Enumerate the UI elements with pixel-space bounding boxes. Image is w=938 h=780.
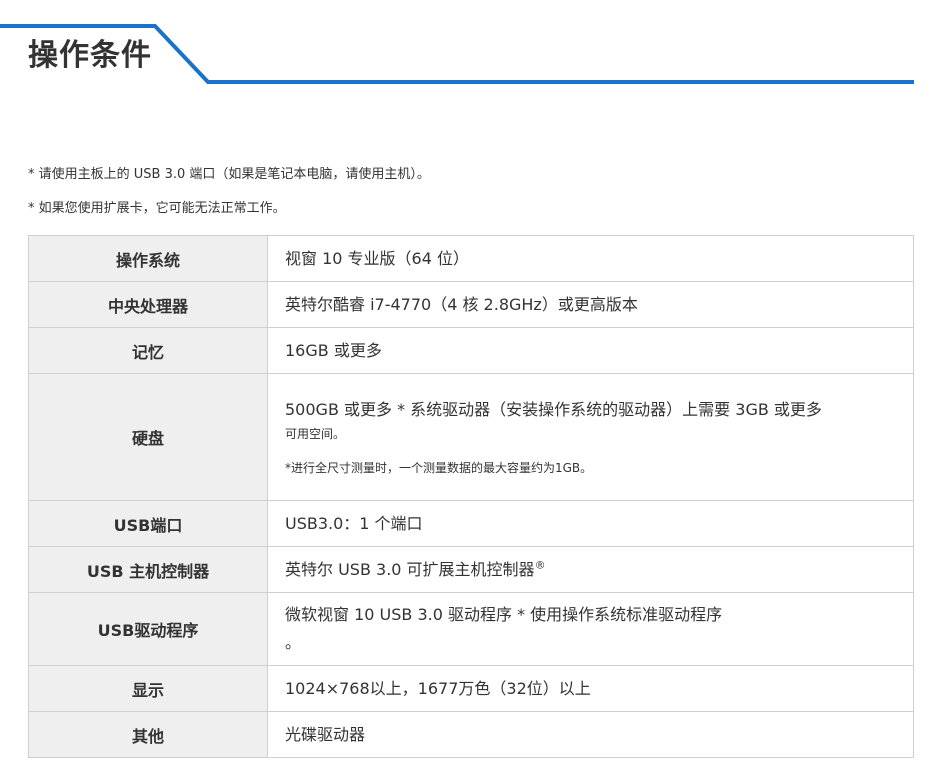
row-value-usb-port: USB3.0：1 个端口 — [267, 500, 914, 547]
disk-note: *进行全尺寸测量时，一个测量数据的最大容量约为1GB。 — [285, 461, 593, 475]
row-label-display: 显示 — [28, 665, 268, 712]
row-value-os: 视窗 10 专业版（64 位） — [267, 235, 914, 282]
table-row: 其他 光碟驱动器 — [28, 711, 914, 758]
usb-driver-line1: 微软视窗 10 USB 3.0 驱动程序 * 使用操作系统标准驱动程序 — [285, 605, 723, 624]
section-header: 操作条件 — [0, 0, 938, 100]
row-label-usb-controller: USB 主机控制器 — [28, 546, 268, 593]
table-row: 硬盘 500GB 或更多 * 系统驱动器（安装操作系统的驱动器）上需要 3GB … — [28, 373, 914, 501]
row-label-memory: 记忆 — [28, 327, 268, 374]
note-usb-port: * 请使用主板上的 USB 3.0 端口（如果是笔记本电脑，请使用主机）。 — [28, 167, 430, 182]
usb-driver-line2: 。 — [285, 633, 302, 652]
table-row: USB端口 USB3.0：1 个端口 — [28, 500, 914, 547]
row-label-os: 操作系统 — [28, 235, 268, 282]
table-row: 中央处理器 英特尔酷睿 i7-4770（4 核 2.8GHz）或更高版本 — [28, 281, 914, 328]
table-row: 显示 1024×768以上，1677万色（32位）以上 — [28, 665, 914, 712]
row-value-disk: 500GB 或更多 * 系统驱动器（安装操作系统的驱动器）上需要 3GB 或更多… — [267, 373, 914, 501]
row-label-other: 其他 — [28, 711, 268, 758]
table-row: USB 主机控制器 英特尔 USB 3.0 可扩展主机控制器® — [28, 546, 914, 593]
usb-controller-text: 英特尔 USB 3.0 可扩展主机控制器 — [285, 559, 535, 579]
table-row: 记忆 16GB 或更多 — [28, 327, 914, 374]
page-title: 操作条件 — [28, 38, 152, 73]
row-value-cpu: 英特尔酷睿 i7-4770（4 核 2.8GHz）或更高版本 — [267, 281, 914, 328]
table-row: USB驱动程序 微软视窗 10 USB 3.0 驱动程序 * 使用操作系统标准驱… — [28, 592, 914, 666]
row-label-disk: 硬盘 — [28, 373, 268, 501]
row-label-usb-driver: USB驱动程序 — [28, 592, 268, 666]
row-value-usb-driver: 微软视窗 10 USB 3.0 驱动程序 * 使用操作系统标准驱动程序 。 — [267, 592, 914, 666]
row-value-display: 1024×768以上，1677万色（32位）以上 — [267, 665, 914, 712]
notes-section: * 请使用主板上的 USB 3.0 端口（如果是笔记本电脑，请使用主机）。 * … — [28, 166, 908, 234]
note-expansion-card: * 如果您使用扩展卡，它可能无法正常工作。 — [28, 201, 286, 216]
row-value-usb-controller: 英特尔 USB 3.0 可扩展主机控制器® — [267, 546, 914, 593]
registered-mark: ® — [534, 558, 546, 572]
requirements-table: 操作系统 视窗 10 专业版（64 位） 中央处理器 英特尔酷睿 i7-4770… — [28, 235, 914, 758]
disk-value-line1: 500GB 或更多 * 系统驱动器（安装操作系统的驱动器）上需要 3GB 或更多 — [285, 400, 822, 419]
row-label-usb-port: USB端口 — [28, 500, 268, 547]
row-label-cpu: 中央处理器 — [28, 281, 268, 328]
table-row: 操作系统 视窗 10 专业版（64 位） — [28, 235, 914, 282]
disk-value-line2: 可用空间。 — [285, 427, 346, 441]
row-value-other: 光碟驱动器 — [267, 711, 914, 758]
row-value-memory: 16GB 或更多 — [267, 327, 914, 374]
